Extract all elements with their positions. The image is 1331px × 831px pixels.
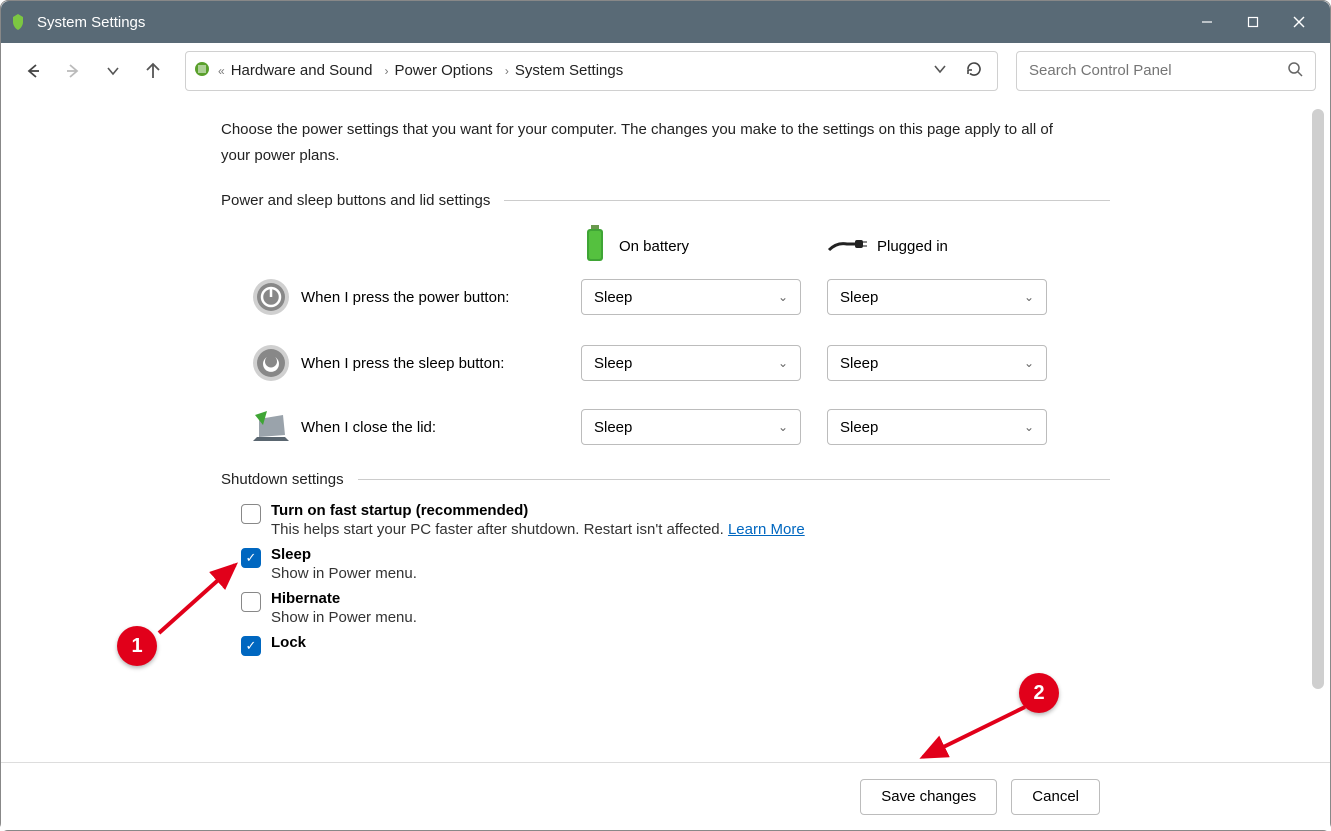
search-input[interactable] [1029,62,1287,79]
lid-battery-select[interactable]: Sleep⌄ [581,409,801,445]
scrollbar[interactable] [1312,109,1324,689]
app-icon [9,13,27,31]
chevron-down-icon[interactable] [933,62,947,80]
toolbar: « Hardware and Sound› Power Options› Sys… [1,43,1330,99]
sleep-button-plugged-select[interactable]: Sleep⌄ [827,345,1047,381]
forward-button[interactable] [55,53,91,89]
lock-checkbox[interactable]: ✓ [241,636,261,656]
section-title: Power and sleep buttons and lid settings [221,192,490,209]
footer: Save changes Cancel [1,762,1330,830]
hibernate-checkbox[interactable] [241,592,261,612]
checkbox-row-fast-startup: Turn on fast startup (recommended) This … [221,502,1110,538]
checkbox-description: This helps start your PC faster after sh… [271,521,805,538]
intro-text: Choose the power settings that you want … [221,117,1081,168]
setting-label: When I press the power button: [301,289,581,306]
minimize-button[interactable] [1184,1,1230,43]
search-box[interactable] [1016,51,1316,91]
sleep-button-battery-select[interactable]: Sleep⌄ [581,345,801,381]
sleep-button-icon [241,343,301,383]
divider [358,479,1110,480]
column-header-plugged: Plugged in [827,234,1055,258]
setting-row-sleep-button: When I press the sleep button: Sleep⌄ Sl… [221,343,1110,383]
power-button-battery-select[interactable]: Sleep⌄ [581,279,801,315]
power-button-icon [241,277,301,317]
chevron-down-icon: ⌄ [778,420,788,434]
plug-icon [827,234,867,258]
column-header-battery: On battery [581,223,827,269]
titlebar: System Settings [1,1,1330,43]
fast-startup-checkbox[interactable] [241,504,261,524]
back-button[interactable] [15,53,51,89]
chevron-down-icon: ⌄ [1024,420,1034,434]
breadcrumb[interactable]: « Hardware and Sound› Power Options› Sys… [185,51,998,91]
recent-dropdown[interactable] [95,53,131,89]
power-button-plugged-select[interactable]: Sleep⌄ [827,279,1047,315]
annotation-marker-2: 2 [1019,673,1059,713]
laptop-lid-icon [241,409,301,445]
window-title: System Settings [37,14,145,31]
setting-row-lid: When I close the lid: Sleep⌄ Sleep⌄ [221,409,1110,445]
cancel-button[interactable]: Cancel [1011,779,1100,815]
chevron-down-icon: ⌄ [778,356,788,370]
close-button[interactable] [1276,1,1322,43]
battery-icon [581,223,609,269]
search-icon[interactable] [1287,61,1303,81]
chevron-down-icon: ⌄ [1024,356,1034,370]
setting-label: When I close the lid: [301,419,581,436]
control-panel-icon [192,59,212,83]
up-button[interactable] [135,53,171,89]
breadcrumb-item[interactable]: Power Options› [394,62,508,79]
setting-label: When I press the sleep button: [301,355,581,372]
setting-row-power-button: When I press the power button: Sleep⌄ Sl… [221,277,1110,317]
maximize-button[interactable] [1230,1,1276,43]
save-changes-button[interactable]: Save changes [860,779,997,815]
checkbox-row-sleep: ✓ Sleep Show in Power menu. [221,546,1110,582]
breadcrumb-item[interactable]: Hardware and Sound› [231,62,389,79]
breadcrumb-item[interactable]: System Settings [515,62,623,79]
checkbox-row-lock: ✓ Lock [221,634,1110,656]
section-title: Shutdown settings [221,471,344,488]
chevron-down-icon: ⌄ [1024,290,1034,304]
checkbox-label: Turn on fast startup (recommended) [271,502,805,519]
learn-more-link[interactable]: Learn More [728,521,805,538]
lid-plugged-select[interactable]: Sleep⌄ [827,409,1047,445]
checkbox-description: Show in Power menu. [271,609,417,626]
checkbox-label: Sleep [271,546,417,563]
divider [504,200,1110,201]
sleep-checkbox[interactable]: ✓ [241,548,261,568]
checkbox-label: Lock [271,634,306,651]
chevron-left-icon: « [218,64,225,78]
content-area: Choose the power settings that you want … [1,99,1330,760]
annotation-marker-1: 1 [117,626,157,666]
checkbox-label: Hibernate [271,590,417,607]
refresh-icon[interactable] [965,60,983,82]
checkbox-description: Show in Power menu. [271,565,417,582]
checkbox-row-hibernate: Hibernate Show in Power menu. [221,590,1110,626]
chevron-down-icon: ⌄ [778,290,788,304]
